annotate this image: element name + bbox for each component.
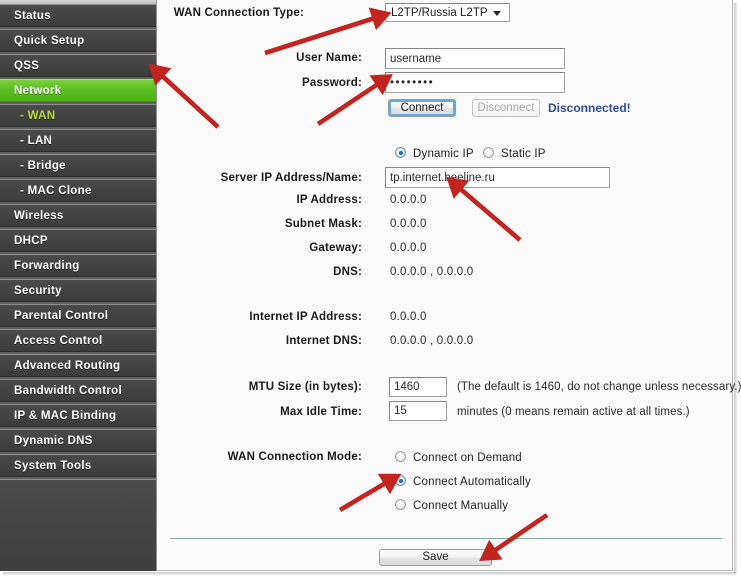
dynamic-ip-label: Dynamic IP [413,148,474,160]
sidebar-item-label: Security [14,285,62,297]
sidebar-item-wan[interactable]: - WAN [0,104,156,127]
sidebar-item-label: Quick Setup [14,35,85,47]
sidebar-item-lan[interactable]: - LAN [0,129,156,152]
wan-connection-type-select[interactable]: L2TP/Russia L2TP [385,3,510,22]
sidebar-item-label: Parental Control [14,310,109,322]
sidebar-item-bandwidth-control[interactable]: Bandwidth Control [0,379,156,402]
sidebar-item-label: IP & MAC Binding [14,410,117,422]
page-shadow-right [734,3,738,573]
chevron-down-icon [493,11,501,16]
connection-status-text: Disconnected! [548,101,631,115]
subnet-mask-label: Subnet Mask: [284,218,362,230]
connect-manually-label: Connect Manually [413,500,509,512]
sidebar-item-ip-mac-binding[interactable]: IP & MAC Binding [0,404,156,427]
connect-button[interactable]: Connect [388,99,456,117]
wan-connection-mode-label: WAN Connection Mode: [227,451,362,463]
user-name-input[interactable] [385,48,565,69]
wan-connection-type-label: WAN Connection Type: [173,7,304,19]
sidebar-item-label: QSS [14,60,40,72]
sidebar-item-label: - Bridge [20,160,66,172]
section-divider [170,538,722,539]
max-idle-time-label: Max Idle Time: [280,406,362,418]
password-input[interactable] [385,72,565,93]
sidebar-item-forwarding[interactable]: Forwarding [0,254,156,277]
sidebar-item-system-tools[interactable]: System Tools [0,454,156,477]
dns-label: DNS: [333,266,362,278]
ip-address-label: IP Address: [296,194,362,206]
sidebar-item-label: Wireless [14,210,64,222]
internet-ip-address-value: 0.0.0.0 [390,311,427,323]
sidebar-item-advanced-routing[interactable]: Advanced Routing [0,354,156,377]
ip-address-value: 0.0.0.0 [390,194,427,206]
static-ip-radio[interactable] [483,147,494,158]
sidebar-item-quick-setup[interactable]: Quick Setup [0,29,156,52]
sidebar-item-label: Network [14,85,62,97]
sidebar-item-label: - MAC Clone [20,185,92,197]
sidebar-item-label: System Tools [14,460,92,472]
sidebar-item-label: Access Control [14,335,103,347]
internet-dns-label: Internet DNS: [285,335,362,347]
sidebar-navigation: Status Quick Setup QSS Network - WAN - LAN - B… [0,0,157,571]
sidebar-item-label: - WAN [20,110,56,122]
ip-mode-dynamic-option[interactable]: Dynamic IP [395,147,474,160]
sidebar-item-network[interactable]: Network [0,79,156,102]
internet-ip-address-label: Internet IP Address: [249,311,362,323]
connect-on-demand-radio[interactable] [395,451,406,462]
wan-mode-option-connect-automatically[interactable]: Connect Automatically [395,475,531,488]
mtu-size-label: MTU Size (in bytes): [248,381,362,393]
sidebar-item-label: Advanced Routing [14,360,121,372]
password-label: Password: [302,77,362,89]
sidebar-item-security[interactable]: Security [0,279,156,302]
sidebar-item-bridge[interactable]: - Bridge [0,154,156,177]
max-idle-time-note: minutes (0 means remain active at all ti… [457,406,690,418]
sidebar-item-access-control[interactable]: Access Control [0,329,156,352]
sidebar-item-parental-control[interactable]: Parental Control [0,304,156,327]
sidebar-item-label: Dynamic DNS [14,435,93,447]
server-ip-input[interactable] [385,167,610,188]
save-button[interactable]: Save [379,549,492,566]
max-idle-time-input[interactable] [389,401,447,421]
gateway-value: 0.0.0.0 [390,242,427,254]
sidebar-item-label: - LAN [20,135,53,147]
sidebar-item-mac-clone[interactable]: - MAC Clone [0,179,156,202]
sidebar-item-label: Status [14,10,51,22]
static-ip-label: Static IP [501,148,546,160]
sidebar-item-wireless[interactable]: Wireless [0,204,156,227]
gateway-label: Gateway: [309,242,362,254]
sidebar-item-dynamic-dns[interactable]: Dynamic DNS [0,429,156,452]
server-ip-label: Server IP Address/Name: [220,172,362,184]
connect-manually-radio[interactable] [395,499,406,510]
ip-mode-static-option[interactable]: Static IP [483,147,546,160]
wan-connection-type-value: L2TP/Russia L2TP [391,7,488,19]
dns-value: 0.0.0.0 , 0.0.0.0 [390,266,474,278]
sidebar-item-dhcp[interactable]: DHCP [0,229,156,252]
wan-settings-form: WAN Connection Type: L2TP/Russia L2TP Us… [157,0,741,571]
dynamic-ip-radio[interactable] [395,147,406,158]
connect-on-demand-label: Connect on Demand [413,452,522,464]
connect-automatically-radio[interactable] [395,475,406,486]
wan-mode-option-connect-on-demand[interactable]: Connect on Demand [395,451,522,464]
sidebar-item-qss[interactable]: QSS [0,54,156,77]
wan-mode-option-connect-manually[interactable]: Connect Manually [395,499,508,512]
sidebar-item-label: DHCP [14,235,48,247]
user-name-label: User Name: [296,52,362,64]
page-shadow-bottom [3,572,736,576]
sidebar-item-label: Forwarding [14,260,80,272]
sidebar-item-status[interactable]: Status [0,4,156,27]
sidebar-item-label: Bandwidth Control [14,385,122,397]
connect-automatically-label: Connect Automatically [413,476,531,488]
screenshot-root: Status Quick Setup QSS Network - WAN - LAN - B… [0,0,741,579]
internet-dns-value: 0.0.0.0 , 0.0.0.0 [390,335,474,347]
router-admin-page: Status Quick Setup QSS Network - WAN - LAN - B… [0,0,741,571]
mtu-size-input[interactable] [389,377,447,397]
disconnect-button: Disconnect [472,99,540,117]
subnet-mask-value: 0.0.0.0 [390,218,427,230]
mtu-size-note: (The default is 1460, do not change unle… [457,381,741,393]
sidebar-filler [0,479,156,571]
